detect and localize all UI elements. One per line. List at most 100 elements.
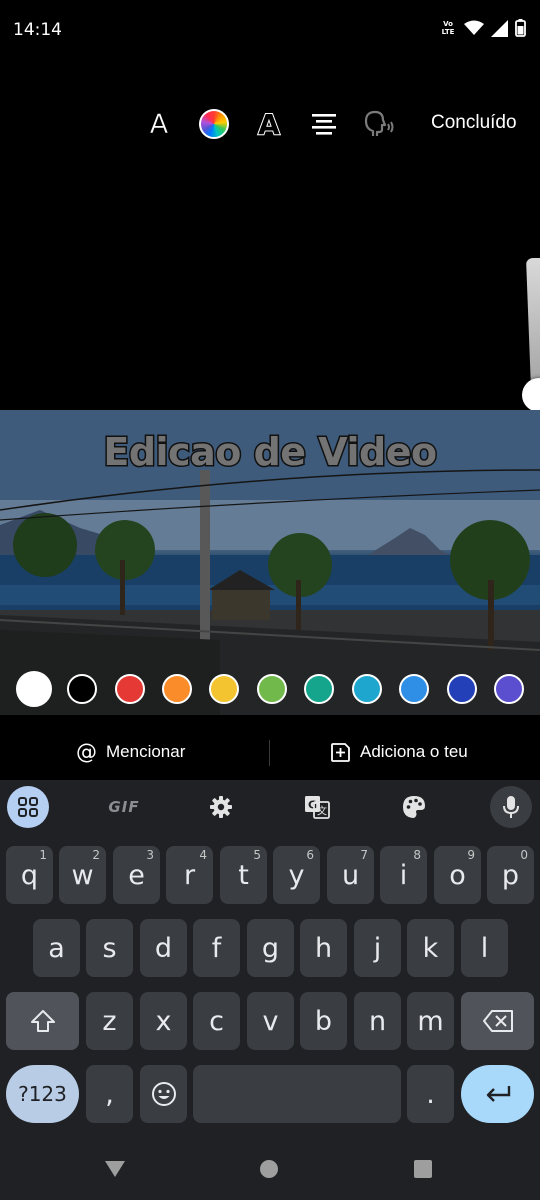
swatch-green[interactable]	[257, 674, 287, 704]
navigation-bar	[0, 1137, 540, 1200]
key-u[interactable]: u7	[327, 846, 374, 904]
symbols-key[interactable]: ?123	[6, 1065, 79, 1123]
comma-key[interactable]: ,	[86, 1065, 133, 1123]
text-edit-toolbar: A A Concluído	[0, 100, 540, 148]
home-button[interactable]	[256, 1156, 282, 1182]
done-button[interactable]: Concluído	[431, 112, 517, 134]
key-o[interactable]: o9	[434, 846, 481, 904]
key-m[interactable]: m	[407, 992, 454, 1050]
svg-text:文: 文	[317, 805, 327, 818]
key-h[interactable]: h	[300, 919, 347, 977]
text-to-speech-icon	[364, 110, 394, 136]
battery-icon	[515, 19, 526, 37]
key-d[interactable]: d	[140, 919, 187, 977]
add-yours-label: Adiciona o teu	[360, 742, 468, 761]
key-b[interactable]: b	[300, 992, 347, 1050]
key-p[interactable]: p0	[487, 846, 534, 904]
font-icon: A	[149, 108, 169, 140]
translate-button[interactable]: G 文	[296, 786, 338, 828]
back-triangle-icon	[105, 1161, 125, 1177]
photo-preview: Edicao de Video	[0, 410, 540, 715]
mention-label: Mencionar	[106, 742, 186, 761]
at-icon: @	[76, 740, 97, 764]
key-a[interactable]: a	[33, 919, 80, 977]
gear-icon	[210, 796, 232, 818]
volte-icon: Vo LTE	[441, 20, 455, 36]
text-to-speech-button[interactable]	[359, 100, 399, 148]
space-bar[interactable]	[193, 1065, 401, 1123]
color-wheel-icon	[199, 109, 229, 139]
font-button[interactable]: A	[139, 100, 179, 148]
enter-icon	[486, 1086, 510, 1102]
back-button[interactable]	[102, 1156, 128, 1182]
key-s[interactable]: s	[86, 919, 133, 977]
key-j[interactable]: j	[354, 919, 401, 977]
key-c[interactable]: c	[193, 992, 240, 1050]
cellular-signal-icon	[491, 19, 508, 37]
key-y[interactable]: y6	[273, 846, 320, 904]
key-x[interactable]: x	[140, 992, 187, 1050]
enter-key[interactable]	[461, 1065, 534, 1123]
shift-key[interactable]	[6, 992, 79, 1050]
add-sticker-icon	[331, 742, 350, 762]
swatch-red[interactable]	[115, 674, 145, 704]
key-k[interactable]: k	[407, 919, 454, 977]
align-button[interactable]	[304, 100, 344, 148]
text-style-button[interactable]: A	[249, 100, 289, 148]
status-bar: 14:14 Vo LTE	[0, 0, 540, 60]
backspace-key[interactable]	[461, 992, 534, 1050]
key-t[interactable]: t5	[220, 846, 267, 904]
wifi-icon	[464, 20, 484, 35]
text-size-slider-knob[interactable]	[522, 378, 540, 412]
swatch-black[interactable]	[67, 674, 97, 704]
backspace-icon	[482, 1010, 513, 1032]
status-time: 14:14	[13, 20, 62, 40]
key-v[interactable]: v	[247, 992, 294, 1050]
swatch-teal[interactable]	[304, 674, 334, 704]
palette-icon	[403, 796, 425, 818]
gif-button[interactable]: GIF	[103, 786, 145, 828]
keyboard-settings-button[interactable]	[200, 786, 242, 828]
color-button[interactable]	[194, 100, 234, 148]
action-divider	[269, 740, 270, 766]
swatch-white[interactable]	[16, 671, 52, 707]
key-g[interactable]: g	[247, 919, 294, 977]
status-icons: Vo LTE	[439, 19, 526, 37]
swatch-dark-blue[interactable]	[447, 674, 477, 704]
emoji-icon	[151, 1082, 176, 1106]
overlay-text[interactable]: Edicao de Video	[0, 429, 540, 476]
key-q[interactable]: q1	[6, 846, 53, 904]
swatch-yellow[interactable]	[209, 674, 239, 704]
period-key[interactable]: .	[407, 1065, 454, 1123]
key-e[interactable]: e3	[113, 846, 160, 904]
recents-button[interactable]	[410, 1156, 436, 1182]
swatch-orange[interactable]	[162, 674, 192, 704]
key-n[interactable]: n	[354, 992, 401, 1050]
swatch-purple[interactable]	[494, 674, 524, 704]
home-circle-icon	[260, 1160, 278, 1178]
key-l[interactable]: l	[461, 919, 508, 977]
key-f[interactable]: f	[193, 919, 240, 977]
align-center-icon	[312, 114, 336, 135]
svg-text:G: G	[308, 799, 317, 812]
apps-grid-icon	[18, 797, 38, 817]
color-swatch-row	[0, 671, 540, 709]
text-style-icon: A	[257, 107, 281, 142]
keyboard-toolbar: GIF G 文	[0, 780, 540, 836]
swatch-cyan[interactable]	[352, 674, 382, 704]
action-bar: @ Mencionar Adiciona o teu	[0, 725, 540, 779]
microphone-icon	[503, 796, 519, 818]
emoji-key[interactable]	[140, 1065, 187, 1123]
translate-icon: G 文	[305, 796, 330, 819]
key-w[interactable]: w2	[59, 846, 106, 904]
recents-square-icon	[414, 1160, 432, 1178]
voice-input-button[interactable]	[490, 786, 532, 828]
keyboard-apps-button[interactable]	[7, 786, 49, 828]
mention-button[interactable]: @ Mencionar	[76, 725, 185, 779]
swatch-light-blue[interactable]	[399, 674, 429, 704]
keyboard-theme-button[interactable]	[393, 786, 435, 828]
key-i[interactable]: i8	[380, 846, 427, 904]
key-r[interactable]: r4	[166, 846, 213, 904]
key-z[interactable]: z	[86, 992, 133, 1050]
add-yours-button[interactable]: Adiciona o teu	[330, 725, 468, 779]
